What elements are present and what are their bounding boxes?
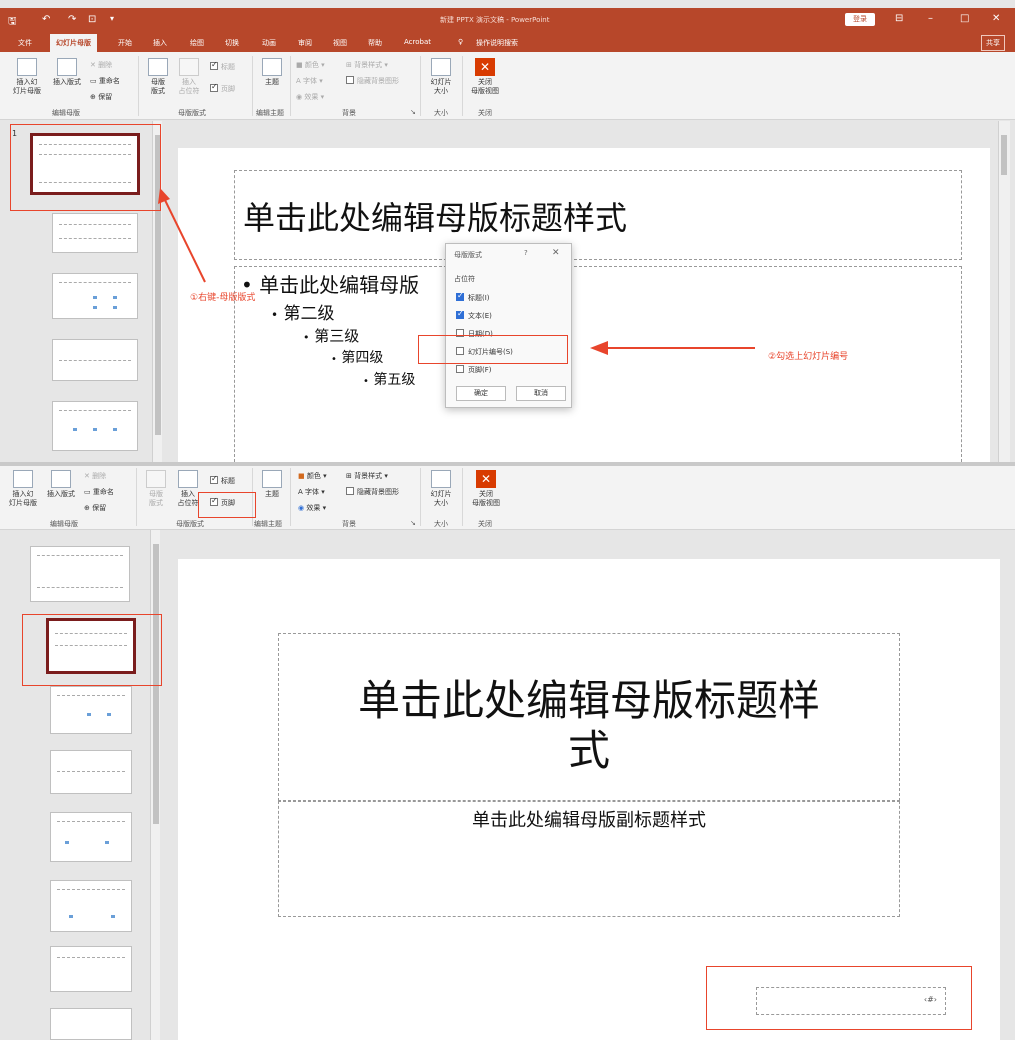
background-icon: ⊞: [346, 472, 355, 480]
colors-dropdown[interactable]: ■ 颜色 ▾: [298, 471, 327, 481]
layout-thumbnail[interactable]: [50, 686, 132, 734]
slide-master-thumbnail[interactable]: [30, 546, 130, 602]
layout-thumbnail[interactable]: [50, 812, 132, 862]
insert-layout-button[interactable]: 插入版式: [42, 470, 80, 499]
background-styles-dropdown[interactable]: ⊞ 背景样式 ▾: [346, 471, 388, 481]
group-label-background: 背景: [342, 520, 356, 528]
thumb-line: [37, 587, 123, 588]
arrowhead: [158, 188, 170, 204]
thumb-mark: [105, 841, 109, 844]
thumb-line: [57, 771, 125, 772]
highlight-box: [198, 492, 256, 518]
dialog-launcher-icon[interactable]: ↘: [410, 519, 416, 527]
placeholder-icon: [178, 470, 198, 488]
insert-slide-master-button[interactable]: 插入幻 灯片母版: [6, 470, 40, 508]
colors-icon: ■: [298, 472, 307, 480]
hide-background-checkbox[interactable]: 隐藏背景图形: [346, 487, 399, 497]
group-label-close: 关闭: [478, 520, 492, 528]
group-separator: [420, 468, 421, 526]
thumbnail-pane: [0, 530, 160, 1040]
group-separator: [136, 468, 137, 526]
slide-size-icon: [431, 470, 451, 488]
thumb-mark: [111, 915, 115, 918]
thumb-mark: [65, 841, 69, 844]
rename-button[interactable]: ▭ 重命名: [84, 487, 114, 497]
slide-master-icon: [13, 470, 33, 488]
group-label-edit-theme: 编辑主题: [254, 520, 282, 528]
layout-thumbnail[interactable]: [50, 946, 132, 992]
title-placeholder[interactable]: 单击此处编辑母版标题样 式: [278, 633, 900, 801]
top-screenshot: 🖫 ↶ ↷ ⊡ ▾ 新建 PPTX 演示文稿 - PowerPoint 登录 ⊟…: [0, 0, 1015, 462]
themes-button[interactable]: 主题: [258, 470, 286, 499]
thumb-mark: [107, 713, 111, 716]
close-master-view-button[interactable]: ✕ 关闭 母版视图: [466, 470, 506, 508]
preserve-button[interactable]: ⊕ 保留: [84, 503, 106, 513]
arrowhead: [590, 341, 608, 355]
fonts-dropdown[interactable]: A 字体 ▾: [298, 487, 325, 497]
layout-thumbnail[interactable]: [50, 880, 132, 932]
thumb-line: [57, 821, 125, 822]
fonts-icon: A: [298, 488, 306, 496]
subtitle-text: 单击此处编辑母版副标题样式: [472, 810, 706, 831]
slide-size-button[interactable]: 幻灯片 大小: [426, 470, 456, 508]
highlight-box: [22, 614, 162, 686]
group-label-master-layout: 母版版式: [176, 520, 204, 528]
rename-icon: ▭: [84, 488, 93, 496]
group-separator: [290, 468, 291, 526]
master-layout-button[interactable]: 母版 版式: [142, 470, 170, 508]
effects-dropdown[interactable]: ◉ 效果 ▾: [298, 503, 326, 513]
step2-annotation: ②勾选上幻灯片编号: [768, 352, 849, 362]
pin-icon: ⊕: [84, 504, 93, 512]
arrow-line: [162, 195, 206, 283]
arrow-annotations: [158, 188, 755, 355]
thumb-line: [57, 889, 125, 890]
delete-icon: ✕: [84, 472, 93, 480]
checkbox-icon: [210, 474, 218, 484]
master-layout-icon: [146, 470, 166, 488]
thumb-mark: [69, 915, 73, 918]
subtitle-placeholder[interactable]: 单击此处编辑母版副标题样式: [278, 801, 900, 917]
layout-thumbnail[interactable]: [50, 1008, 132, 1040]
thumb-line: [37, 555, 123, 556]
bottom-screenshot: 插入幻 灯片母版 插入版式 ✕ 删除 ▭ 重命名 ⊕ 保留 编辑母版 母版 版式…: [0, 466, 1015, 1040]
thumb-line: [57, 695, 125, 696]
checkbox-icon: [346, 487, 354, 495]
thumb-line: [57, 957, 125, 958]
step1-annotation: ①右键-母版版式: [190, 293, 256, 303]
close-master-icon: ✕: [476, 470, 496, 488]
layout-thumbnail[interactable]: [50, 750, 132, 794]
thumb-mark: [87, 713, 91, 716]
highlight-box: [706, 966, 972, 1030]
layout-icon: [51, 470, 71, 488]
theme-icon: [262, 470, 282, 488]
group-label-size: 大小: [434, 520, 448, 528]
group-separator: [462, 468, 463, 526]
thumbnail-scrollbar[interactable]: [150, 530, 160, 1040]
group-label-edit-master: 编辑母版: [50, 520, 78, 528]
delete-button[interactable]: ✕ 删除: [84, 471, 106, 481]
title-layout-title-text: 单击此处编辑母版标题样 式: [357, 676, 820, 775]
ribbon: 插入幻 灯片母版 插入版式 ✕ 删除 ▭ 重命名 ⊕ 保留 编辑母版 母版 版式…: [0, 466, 1015, 530]
title-checkbox[interactable]: 标题: [210, 474, 235, 486]
